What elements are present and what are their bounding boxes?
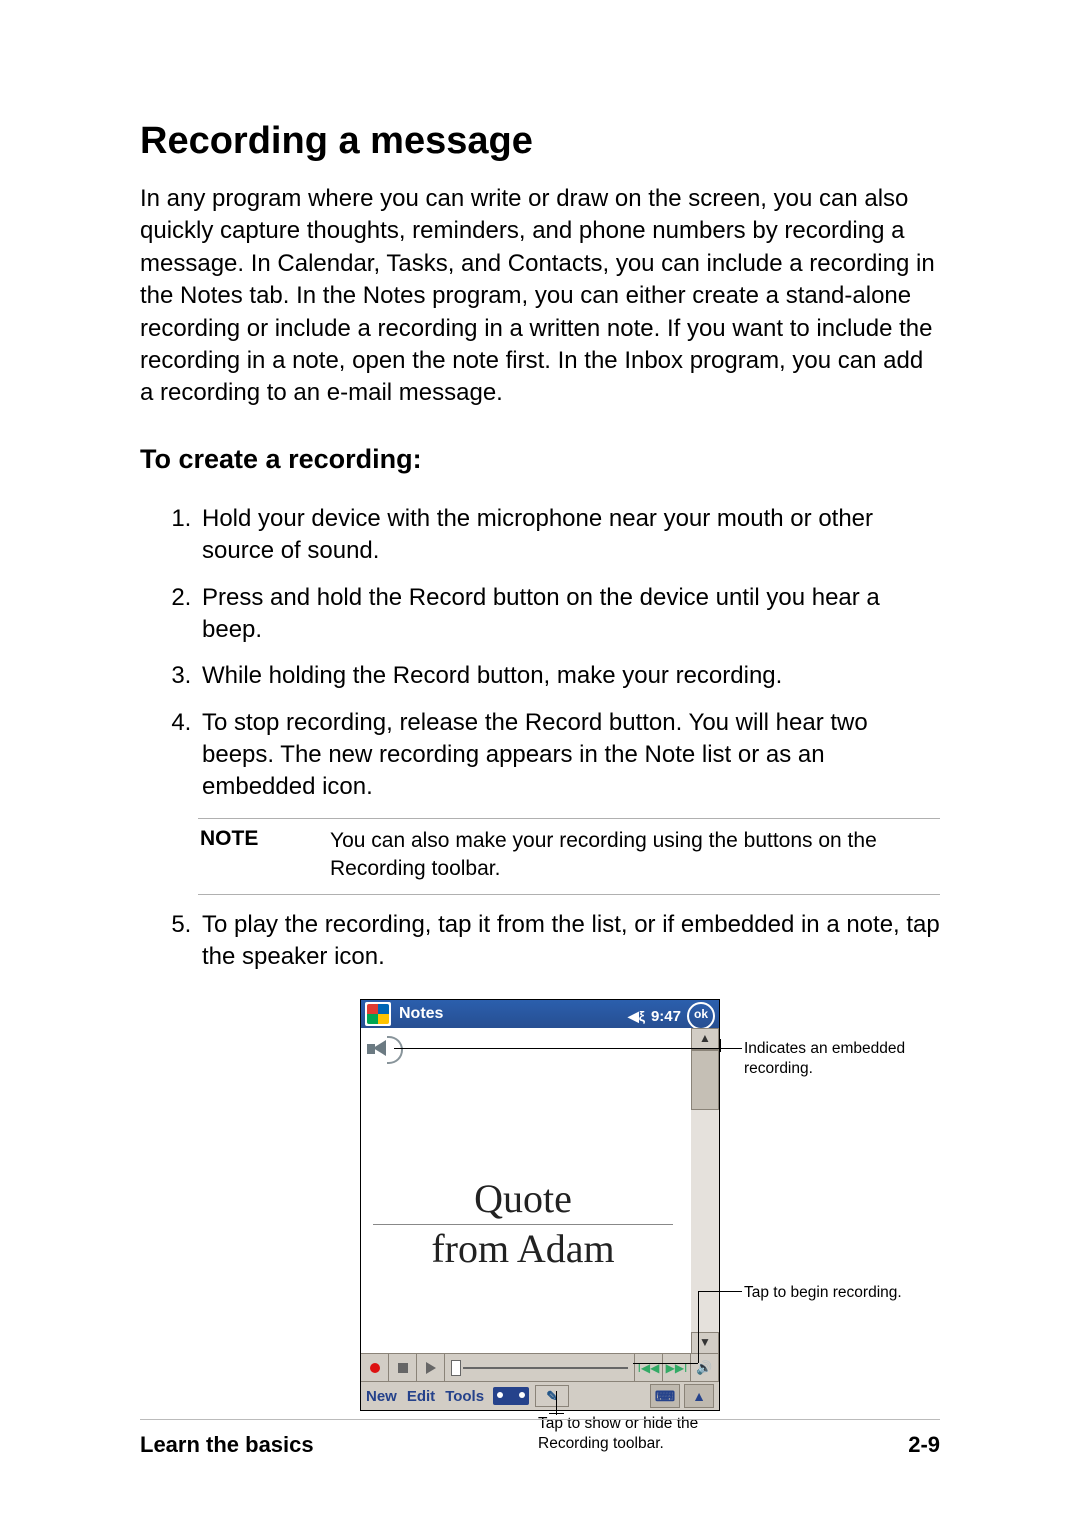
progress-slider[interactable] xyxy=(445,1354,635,1382)
input-method-up-button[interactable]: ▲ xyxy=(684,1384,714,1408)
play-button[interactable] xyxy=(417,1354,445,1382)
lead-line xyxy=(698,1291,699,1363)
note-text: You can also make your recording using t… xyxy=(330,827,938,884)
page-title: Recording a message xyxy=(140,120,940,163)
lead-line xyxy=(700,1048,742,1049)
note-canvas[interactable]: Quote from Adam xyxy=(361,1028,693,1354)
menu-right: ⌨ ▲ xyxy=(645,1384,719,1408)
stop-button[interactable] xyxy=(389,1354,417,1382)
lead-line xyxy=(633,1363,698,1364)
scrollbar[interactable]: ▲ ▼ xyxy=(691,1028,719,1354)
menu-bar: New Edit Tools ✎ ⌨ ▲ xyxy=(361,1381,719,1410)
device-screenshot: Notes ◀ξ 9:47 ok Quote from Adam ▲ ▼ xyxy=(360,999,720,1411)
step-1: Hold your device with the microphone nea… xyxy=(198,503,940,568)
page: Recording a message In any program where… xyxy=(0,0,1080,1528)
callout-embedded: Indicates an embedded recording. xyxy=(744,1039,934,1078)
footer-left: Learn the basics xyxy=(140,1432,314,1458)
fast-forward-button[interactable]: ▶▶I xyxy=(663,1354,691,1382)
step-list: Hold your device with the microphone nea… xyxy=(140,503,940,804)
menu-edit[interactable]: Edit xyxy=(402,1388,440,1405)
step-4: To stop recording, release the Record bu… xyxy=(198,707,940,804)
pen-toggle-icon[interactable]: ✎ xyxy=(535,1385,569,1407)
figure-area: Notes ◀ξ 9:47 ok Quote from Adam ▲ ▼ xyxy=(140,999,940,1429)
callout-begin-recording: Tap to begin recording. xyxy=(744,1283,944,1302)
volume-icon[interactable]: ◀ξ xyxy=(628,1008,645,1025)
lead-line xyxy=(549,1413,564,1414)
lead-line xyxy=(698,1291,720,1292)
menu-tools[interactable]: Tools xyxy=(440,1388,489,1405)
step-2: Press and hold the Record button on the … xyxy=(198,582,940,647)
scroll-down-button[interactable]: ▼ xyxy=(691,1332,719,1354)
step-3: While holding the Record button, make yo… xyxy=(198,660,940,692)
lead-line xyxy=(720,1291,742,1292)
scroll-up-button[interactable]: ▲ xyxy=(691,1028,719,1050)
subheading: To create a recording: xyxy=(140,444,940,475)
step-list-2: To play the recording, tap it from the l… xyxy=(140,909,940,974)
intro-paragraph: In any program where you can write or dr… xyxy=(140,183,940,410)
clock: 9:47 xyxy=(651,1008,681,1025)
step-5: To play the recording, tap it from the l… xyxy=(198,909,940,974)
app-name: Notes xyxy=(399,1005,443,1023)
note-box: NOTE You can also make your recording us… xyxy=(198,818,940,895)
rewind-button[interactable]: I◀◀ xyxy=(635,1354,663,1382)
recording-toolbar-toggle-icon[interactable] xyxy=(493,1387,529,1405)
scroll-thumb[interactable] xyxy=(691,1050,719,1110)
lead-line xyxy=(556,1391,557,1415)
embedded-recording-icon[interactable] xyxy=(367,1034,403,1070)
start-icon[interactable] xyxy=(365,1002,391,1026)
page-footer: Learn the basics 2-9 xyxy=(140,1419,940,1458)
footer-right: 2-9 xyxy=(908,1432,940,1458)
lead-line xyxy=(720,1039,721,1052)
keyboard-button[interactable]: ⌨ xyxy=(650,1384,680,1408)
handwriting-line-2: from Adam xyxy=(373,1228,673,1270)
title-bar: Notes ◀ξ 9:47 ok xyxy=(361,1000,719,1028)
lead-line xyxy=(394,1048,700,1049)
menu-new[interactable]: New xyxy=(361,1388,402,1405)
handwriting-line-1: Quote xyxy=(373,1178,673,1225)
ok-button[interactable]: ok xyxy=(687,1002,715,1030)
title-bar-right: ◀ξ 9:47 ok xyxy=(628,1002,715,1030)
note-label: NOTE xyxy=(200,827,330,851)
record-button[interactable] xyxy=(361,1354,389,1382)
recording-toolbar: I◀◀ ▶▶I 🔊 xyxy=(361,1353,719,1382)
volume-button[interactable]: 🔊 xyxy=(691,1354,719,1382)
